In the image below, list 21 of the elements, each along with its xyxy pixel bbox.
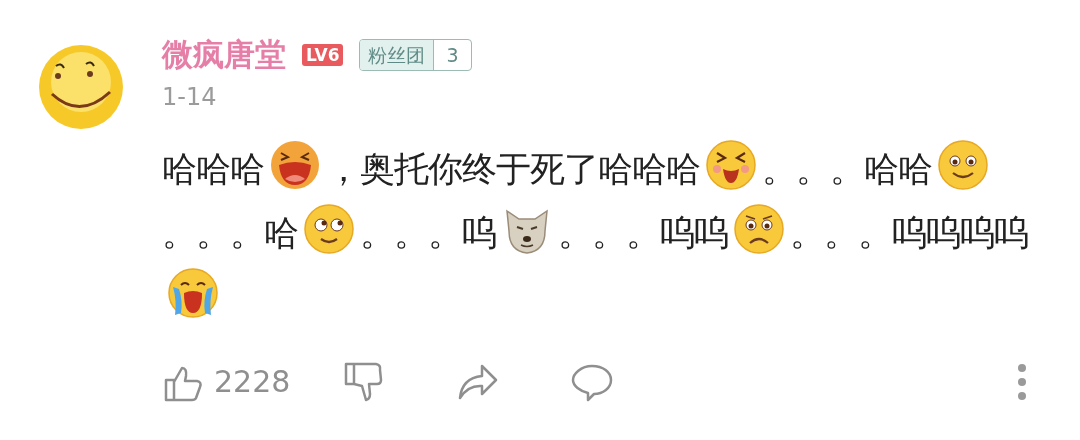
comment-text: 。。。哈 xyxy=(162,213,298,254)
comment-text: 呜呜呜 xyxy=(926,213,1028,254)
squinting-face-icon xyxy=(705,139,757,192)
fan-club-badge[interactable]: 粉丝团 3 xyxy=(359,38,472,71)
comment-text: ，奥托你终于死了哈哈哈 xyxy=(326,149,700,190)
comment-text: 。。。呜呜 xyxy=(558,213,728,254)
avatar-icon[interactable] xyxy=(38,44,124,130)
like-count: 2228 xyxy=(214,363,291,402)
smiling-face-icon xyxy=(937,139,989,192)
user-name[interactable]: 微疯唐堂 xyxy=(162,36,286,74)
level-badge: LV6 xyxy=(302,43,344,66)
comment-text: 。。。哈哈 xyxy=(762,149,932,190)
comment-date: 1-14 xyxy=(162,82,218,114)
comment-text: 。。。呜 xyxy=(790,213,926,254)
comment-text: 哈哈哈 xyxy=(162,149,264,190)
crying-face-icon xyxy=(167,267,219,320)
more-options-icon[interactable] xyxy=(1016,361,1028,402)
sad-face-icon xyxy=(733,203,785,256)
comment-text: 。。。呜 xyxy=(360,213,496,254)
laughing-face-icon xyxy=(269,139,321,192)
eye-rolling-face-icon xyxy=(303,203,355,256)
